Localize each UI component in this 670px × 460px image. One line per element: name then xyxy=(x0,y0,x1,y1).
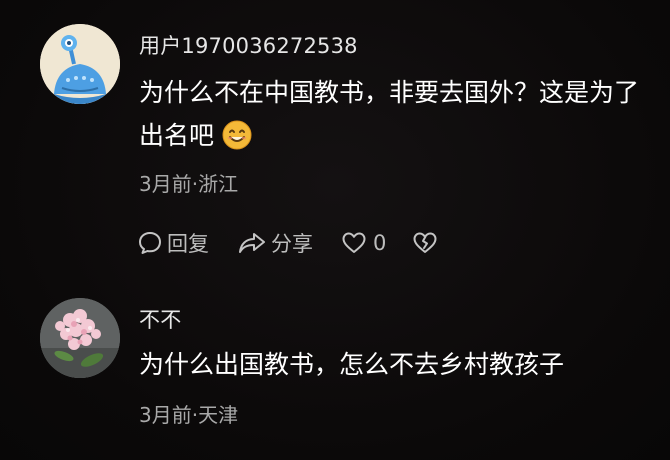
reply-label: 回复 xyxy=(167,232,209,256)
comment-text: 为什么不在中国教书，非要去国外？这是为了出名吧 xyxy=(139,71,639,157)
avatar[interactable] xyxy=(40,24,120,104)
comment-item: 不不 为什么出国教书，怎么不去乡村教孩子 3月前·天津 xyxy=(0,282,670,460)
comment-item: 用户1970036272538 为什么不在中国教书，非要去国外？这是为了出名吧 … xyxy=(0,0,670,282)
broken-heart-icon xyxy=(413,232,437,253)
share-arrow-icon xyxy=(239,233,265,253)
comment-text: 为什么出国教书，怎么不去乡村教孩子 xyxy=(139,350,565,379)
comment-meta: 3月前·浙江 xyxy=(139,172,239,196)
reply-button[interactable]: 回复 xyxy=(137,228,209,258)
like-button[interactable]: 0 xyxy=(341,231,386,255)
flower-avatar-icon xyxy=(40,298,120,378)
avatar[interactable] xyxy=(40,298,120,378)
smile-emoji-icon xyxy=(222,120,252,150)
comment-text-body: 为什么不在中国教书，非要去国外？这是为了出名吧 xyxy=(139,78,640,150)
share-label: 分享 xyxy=(271,232,313,256)
username[interactable]: 用户1970036272538 xyxy=(139,30,358,60)
like-count: 0 xyxy=(373,231,387,255)
heart-outline-icon xyxy=(342,232,366,253)
comment-actions: 回复 分享 0 xyxy=(137,228,438,258)
comment-list: 用户1970036272538 为什么不在中国教书，非要去国外？这是为了出名吧 … xyxy=(0,0,670,460)
username[interactable]: 不不 xyxy=(139,304,181,334)
robot-avatar-icon xyxy=(40,24,120,104)
dislike-button[interactable] xyxy=(412,231,438,255)
comment-bubble-icon xyxy=(139,232,161,254)
share-button[interactable]: 分享 xyxy=(237,228,313,258)
comment-meta: 3月前·天津 xyxy=(139,403,239,427)
